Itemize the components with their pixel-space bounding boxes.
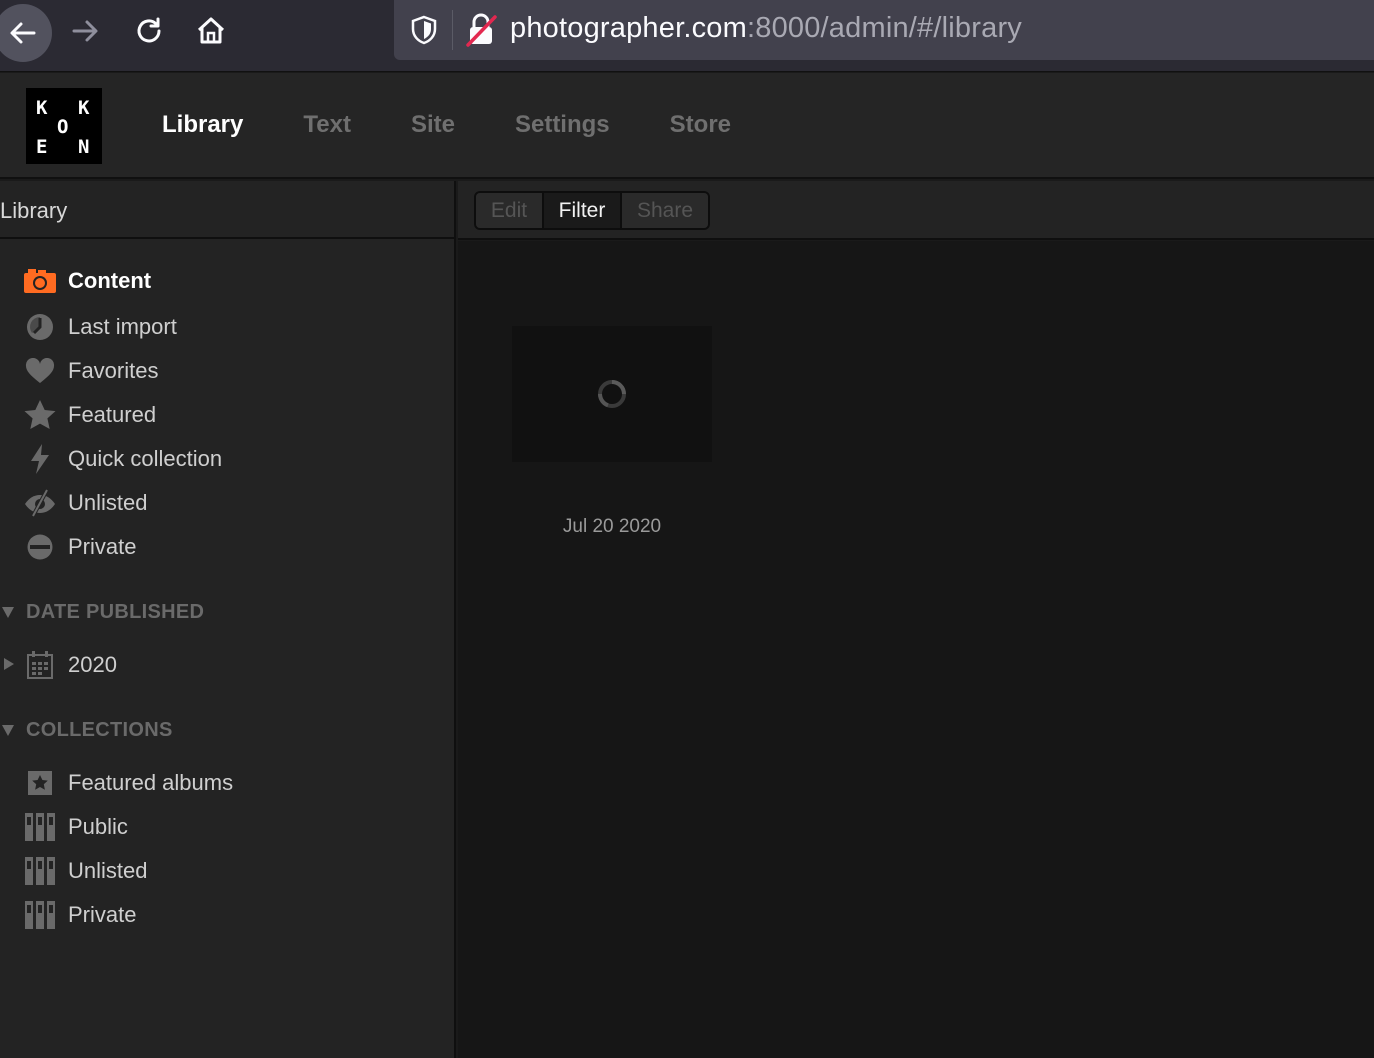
expand-triangle-icon[interactable] bbox=[4, 658, 14, 670]
url-path: :8000/admin/#/library bbox=[746, 12, 1022, 44]
section-title: COLLECTIONS bbox=[26, 719, 173, 741]
sidebar-item-year-2020[interactable]: 2020 bbox=[0, 647, 456, 683]
logo-letter: E bbox=[36, 136, 48, 158]
album-stack-icon bbox=[24, 855, 56, 887]
nav-settings[interactable]: Settings bbox=[515, 111, 610, 139]
photo-thumbnail[interactable] bbox=[512, 326, 712, 462]
sidebar-item-label: Unlisted bbox=[68, 858, 148, 883]
logo-letter: N bbox=[78, 136, 90, 158]
nav-store[interactable]: Store bbox=[670, 111, 731, 139]
nav-library[interactable]: Library bbox=[162, 111, 243, 139]
insecure-lock-icon[interactable] bbox=[464, 12, 498, 48]
collapse-triangle-icon bbox=[2, 607, 14, 618]
album-stack-icon bbox=[24, 899, 56, 931]
sidebar-item-label: Last import bbox=[68, 314, 177, 339]
reload-button[interactable] bbox=[126, 8, 172, 54]
sidebar-item-collections-unlisted[interactable]: Unlisted bbox=[0, 853, 456, 889]
album-stack-icon bbox=[24, 811, 56, 843]
nav-site[interactable]: Site bbox=[411, 111, 455, 139]
shield-icon[interactable] bbox=[408, 14, 440, 46]
sidebar-item-label: Featured albums bbox=[68, 770, 234, 795]
sidebar-item-content[interactable]: Content bbox=[0, 263, 456, 299]
sidebar-item-label: Private bbox=[68, 902, 137, 927]
sidebar-item-label: Favorites bbox=[68, 358, 159, 383]
content-toolbar: Edit Filter Share bbox=[458, 181, 1374, 240]
section-date-published[interactable]: DATE PUBLISHED bbox=[0, 599, 456, 629]
url-separator bbox=[452, 10, 453, 50]
sidebar-title: Library bbox=[0, 181, 454, 239]
sidebar-item-label: Private bbox=[68, 534, 137, 559]
sidebar-item-unlisted[interactable]: Unlisted bbox=[0, 485, 456, 521]
url-bar[interactable]: photographer.com:8000/admin/#/library bbox=[394, 0, 1374, 60]
sidebar-item-private[interactable]: Private bbox=[0, 529, 456, 565]
heart-icon bbox=[24, 355, 56, 387]
url-text[interactable]: photographer.com:8000/admin/#/library bbox=[510, 12, 1022, 45]
sidebar-item-label: Public bbox=[68, 814, 128, 839]
clock-icon bbox=[24, 311, 56, 343]
logo-letter: O bbox=[57, 116, 69, 138]
filter-button[interactable]: Filter bbox=[544, 193, 622, 228]
sidebar-item-label: 2020 bbox=[68, 652, 117, 677]
section-collections[interactable]: COLLECTIONS bbox=[0, 717, 456, 747]
sidebar-item-collections-public[interactable]: Public bbox=[0, 809, 456, 845]
loading-spinner-icon bbox=[598, 380, 626, 408]
no-entry-icon bbox=[24, 531, 56, 563]
calendar-icon bbox=[24, 649, 56, 681]
reload-icon bbox=[137, 17, 161, 43]
back-button[interactable] bbox=[0, 4, 52, 62]
home-button[interactable] bbox=[188, 8, 234, 54]
koken-logo[interactable]: K K O E N bbox=[26, 88, 102, 164]
sidebar: Library Content Last import Favorites Fe… bbox=[0, 181, 456, 1058]
arrow-right-icon bbox=[72, 20, 98, 42]
collapse-triangle-icon bbox=[2, 725, 14, 736]
app-header: K K O E N Library Text Site Settings Sto… bbox=[0, 73, 1374, 179]
section-title: DATE PUBLISHED bbox=[26, 601, 205, 623]
sidebar-item-label: Featured bbox=[68, 402, 157, 427]
sidebar-item-featured-albums[interactable]: Featured albums bbox=[0, 765, 456, 801]
sidebar-item-last-import[interactable]: Last import bbox=[0, 309, 456, 345]
featured-album-icon bbox=[24, 767, 56, 799]
edit-button[interactable]: Edit bbox=[476, 193, 544, 228]
sidebar-item-collections-private[interactable]: Private bbox=[0, 897, 456, 933]
sidebar-item-favorites[interactable]: Favorites bbox=[0, 353, 456, 389]
segmented-control: Edit Filter Share bbox=[474, 191, 710, 230]
sidebar-item-label: Unlisted bbox=[68, 490, 148, 515]
home-icon bbox=[197, 17, 225, 44]
browser-toolbar: photographer.com:8000/admin/#/library bbox=[0, 0, 1374, 72]
arrow-left-icon bbox=[10, 22, 36, 44]
sidebar-item-label: Quick collection bbox=[68, 446, 223, 471]
forward-button[interactable] bbox=[62, 8, 108, 54]
camera-icon bbox=[24, 265, 56, 297]
sidebar-item-quick-collection[interactable]: Quick collection bbox=[0, 441, 456, 477]
sidebar-item-label: Content bbox=[68, 268, 152, 293]
thumbnail-date: Jul 20 2020 bbox=[562, 516, 662, 537]
share-button[interactable]: Share bbox=[622, 193, 708, 228]
eye-slash-icon bbox=[24, 487, 56, 519]
nav-text[interactable]: Text bbox=[303, 111, 351, 139]
main-nav: Library Text Site Settings Store bbox=[162, 111, 791, 139]
logo-letter: K bbox=[36, 97, 48, 119]
url-host: photographer.com bbox=[510, 12, 747, 44]
sidebar-item-featured[interactable]: Featured bbox=[0, 397, 456, 433]
library-content: Jul 20 2020 bbox=[458, 241, 1374, 1058]
lightning-icon bbox=[24, 443, 56, 475]
star-icon bbox=[24, 399, 56, 431]
logo-letter: K bbox=[78, 97, 90, 119]
